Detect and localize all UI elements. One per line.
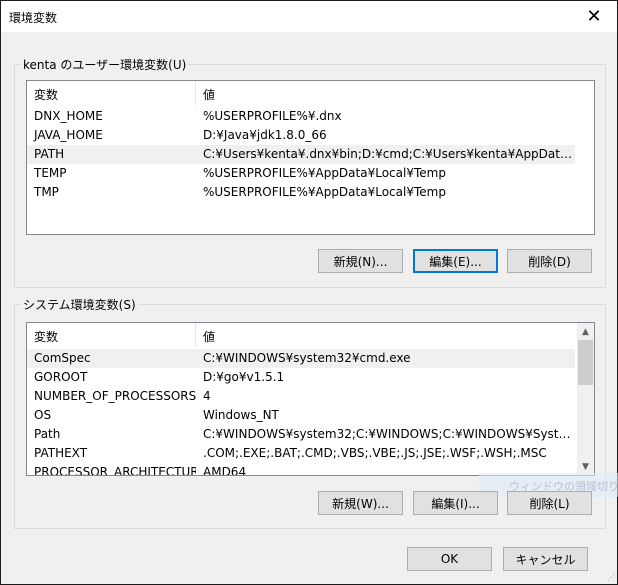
variable-value: .COM;.EXE;.BAT;.CMD;.VBS;.VBE;.JS;.JSE;.… <box>203 446 547 460</box>
table-row[interactable]: OS Windows_NT <box>27 406 575 425</box>
table-row[interactable]: ComSpec C:¥WINDOWS¥system32¥cmd.exe <box>27 349 575 368</box>
variable-value: %USERPROFILE%¥AppData¥Local¥Temp <box>203 185 446 199</box>
variable-value: C:¥WINDOWS¥system32;C:¥WINDOWS;C:¥WINDOW… <box>203 427 574 441</box>
scrollbar-thumb[interactable] <box>578 340 593 385</box>
user-variables-list[interactable]: 変数 値 DNX_HOME %USERPROFILE%¥.dnx JAVA_HOME… <box>26 80 595 235</box>
variable-name: GOROOT <box>34 370 88 384</box>
resize-grip-icon[interactable]: ⋰ <box>607 573 615 582</box>
variable-name: JAVA_HOME <box>34 128 103 142</box>
variable-name: PATHEXT <box>34 446 88 460</box>
dialog-title: 環境変数 <box>9 11 58 25</box>
ok-button[interactable]: OK <box>407 547 492 571</box>
close-button[interactable]: ✕ <box>571 1 617 32</box>
user-delete-button[interactable]: 削除(D) <box>507 249 592 273</box>
table-row[interactable]: TMP %USERPROFILE%¥AppData¥Local¥Temp <box>27 183 575 202</box>
variable-name: NUMBER_OF_PROCESSORS <box>34 389 196 403</box>
column-header-variable[interactable]: 変数 <box>27 81 196 105</box>
variable-value: Windows_NT <box>203 408 279 422</box>
user-edit-button[interactable]: 編集(E)... <box>413 249 498 273</box>
list-header: 変数 値 <box>27 323 575 347</box>
list-header: 変数 値 <box>27 81 575 105</box>
table-row[interactable]: NUMBER_OF_PROCESSORS 4 <box>27 387 575 406</box>
variable-name: PATH <box>34 147 65 161</box>
table-row[interactable]: Path C:¥WINDOWS¥system32;C:¥WINDOWS;C:¥WI… <box>27 425 575 444</box>
variable-value: 4 <box>203 389 211 403</box>
variable-value: C:¥Users¥kenta¥.dnx¥bin;D:¥cmd;C:¥Users¥… <box>203 147 574 161</box>
system-new-button[interactable]: 新規(W)... <box>318 491 403 515</box>
variable-value: C:¥WINDOWS¥system32¥cmd.exe <box>203 351 411 365</box>
column-header-variable[interactable]: 変数 <box>27 323 196 347</box>
variable-name: DNX_HOME <box>34 109 103 123</box>
title-bar: 環境変数 ✕ <box>1 1 617 32</box>
cancel-button[interactable]: キャンセル <box>503 547 588 571</box>
column-header-value[interactable]: 値 <box>196 323 215 347</box>
variable-value: D:¥go¥v1.5.1 <box>203 370 285 384</box>
table-row[interactable]: DNX_HOME %USERPROFILE%¥.dnx <box>27 107 575 126</box>
user-variables-label: kenta のユーザー環境変数(U) <box>21 56 189 73</box>
vertical-scrollbar[interactable]: ▲ ▼ <box>577 323 594 475</box>
variable-name: TMP <box>34 185 59 199</box>
variable-value: %USERPROFILE%¥.dnx <box>203 109 342 123</box>
system-variables-label: システム環境変数(S) <box>21 296 138 313</box>
environment-variables-dialog: 環境変数 ✕ kenta のユーザー環境変数(U) 変数 値 DNX_HOME%… <box>0 0 618 585</box>
close-icon: ✕ <box>586 6 602 27</box>
variable-value: D:¥Java¥jdk1.8.0_66 <box>203 128 327 142</box>
variable-name: PROCESSOR_ARCHITECTURE <box>34 465 196 476</box>
variable-name: OS <box>34 408 52 422</box>
variable-name: Path <box>34 427 61 441</box>
system-delete-button[interactable]: 削除(L) <box>507 491 592 515</box>
variable-value: %USERPROFILE%¥AppData¥Local¥Temp <box>203 166 446 180</box>
variable-name: ComSpec <box>34 351 91 365</box>
variable-name: TEMP <box>34 166 67 180</box>
system-edit-button[interactable]: 編集(I)... <box>413 491 498 515</box>
table-row[interactable]: JAVA_HOME D:¥Java¥jdk1.8.0_66 <box>27 126 575 145</box>
system-variables-list[interactable]: 変数 値 ComSpec C:¥WINDOWS¥system32¥cmd.exe G… <box>26 322 595 476</box>
scroll-up-icon[interactable]: ▲ <box>577 323 594 340</box>
table-row[interactable]: TEMP %USERPROFILE%¥AppData¥Local¥Temp <box>27 164 575 183</box>
table-row[interactable]: PATHEXT .COM;.EXE;.BAT;.CMD;.VBS;.VBE;.JS… <box>27 444 575 463</box>
table-row[interactable]: PATH C:¥Users¥kenta¥.dnx¥bin;D:¥cmd;C:¥Us… <box>27 145 575 164</box>
table-row[interactable]: GOROOT D:¥go¥v1.5.1 <box>27 368 575 387</box>
column-header-value[interactable]: 値 <box>196 81 215 105</box>
user-new-button[interactable]: 新規(N)... <box>318 249 403 273</box>
